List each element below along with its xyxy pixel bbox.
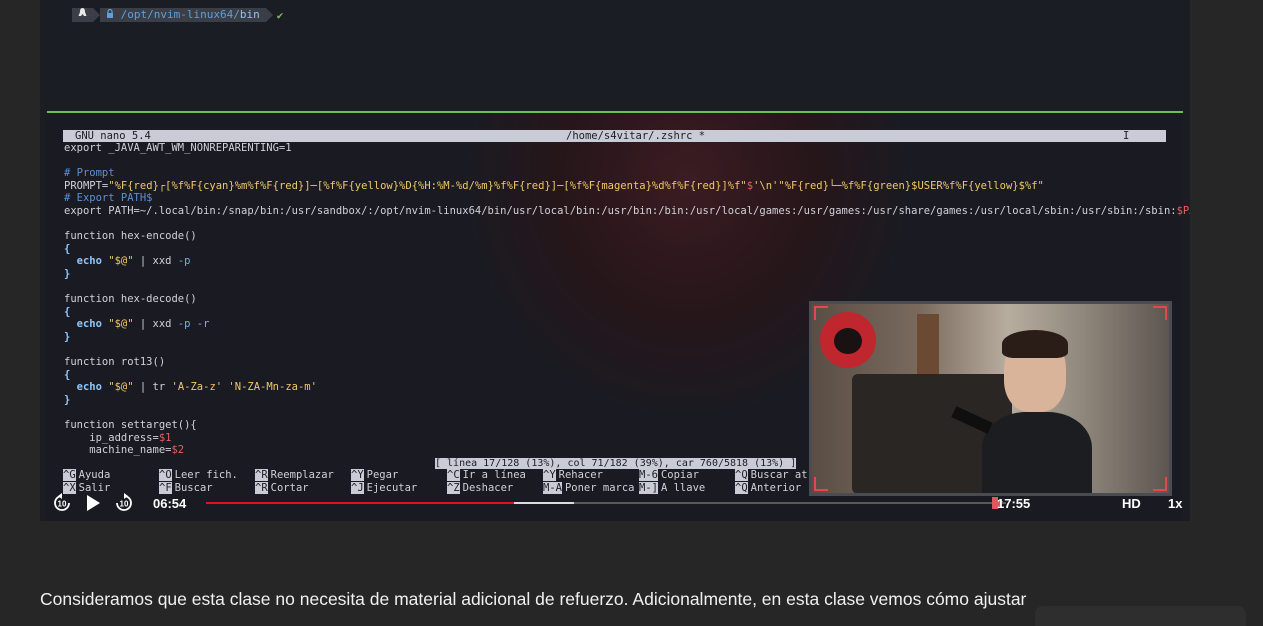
rewind-icon: 10 <box>54 493 70 511</box>
shortcut-item: M-6 Copiar <box>639 469 735 482</box>
quality-button[interactable]: HD <box>1122 496 1141 511</box>
shortcut-item: ^O Leer fich. <box>159 469 255 482</box>
nano-status-bar: [ línea 17/128 (13%), col 71/182 (39%), … <box>435 458 797 469</box>
play-icon <box>87 495 100 511</box>
shortcut-key: ^R <box>255 469 268 481</box>
shortcut-row: ^G Ayuda ^O Leer fich. ^R Reemplazar ^Y Pegar ^C… <box>63 469 831 482</box>
shortcut-key: ^Y <box>543 469 556 481</box>
shortcut-item: ^C Ir a línea <box>447 469 543 482</box>
total-time: 17:55 <box>997 496 1031 511</box>
shortcut-item: ^R Reemplazar <box>255 469 351 482</box>
shortcut-label: Copiar <box>660 469 699 481</box>
shortcut-label: Buscar atr <box>750 469 814 481</box>
shortcut-label: Pegar <box>366 469 399 481</box>
rewind-10-button[interactable]: 10 <box>51 493 73 513</box>
shortcut-key: M-6 <box>639 469 658 481</box>
shortcut-key: ^Y <box>351 469 364 481</box>
prompt-path-prefix: /opt/nvim-linux64/ <box>120 8 240 21</box>
terminal-pane-top: /opt/nvim-linux64/bin ✔ <box>47 0 1183 112</box>
shortcut-key: ^O <box>159 469 172 481</box>
lesson-description: Consideramos que esta clase no necesita … <box>40 589 1027 609</box>
prompt-path-dir: bin <box>239 8 260 21</box>
shortcut-item: ^Y Rehacer <box>543 469 639 482</box>
shell-prompt: /opt/nvim-linux64/bin ✔ <box>72 8 283 22</box>
shortcut-label: Rehacer <box>558 469 603 481</box>
text-cursor-icon: I <box>1123 130 1130 142</box>
svg-text:10: 10 <box>58 500 67 509</box>
prompt-status-check: ✔ <box>276 8 284 22</box>
progress-buffered <box>514 502 574 504</box>
forward-10-button[interactable]: 10 <box>113 493 135 513</box>
nano-shortcuts: ^G Ayuda ^O Leer fich. ^R Reemplazar ^Y Pegar ^C… <box>63 469 831 494</box>
play-button[interactable] <box>82 493 104 513</box>
shortcut-label: Leer fich. <box>174 469 238 481</box>
webcam-overlay <box>809 301 1172 496</box>
nano-version: GNU nano 5.4 <box>75 130 151 142</box>
svg-text:10: 10 <box>120 500 129 509</box>
player-controls: 10 10 06:54 17:55 HD 1x <box>40 492 1190 516</box>
forward-icon: 10 <box>116 493 132 511</box>
shortcut-item: ^Y Pegar <box>351 469 447 482</box>
webcam-person <box>982 330 1092 493</box>
shortcut-label: Ayuda <box>78 469 111 481</box>
nano-title-bar: GNU nano 5.4 /home/s4vitar/.zshrc * I <box>63 130 1166 142</box>
shortcut-key: ^Q <box>735 469 748 481</box>
video-player[interactable]: /opt/nvim-linux64/bin ✔ GNU nano 5.4 /ho… <box>40 0 1190 521</box>
lock-icon <box>106 8 121 21</box>
shortcut-label: Ir a línea <box>462 469 526 481</box>
linux-tux-icon <box>72 8 93 22</box>
progress-bar[interactable] <box>206 497 1006 509</box>
shortcut-item: ^G Ayuda <box>63 469 159 482</box>
hooded-logo-icon <box>820 312 876 368</box>
progress-played <box>206 502 514 504</box>
nano-file-name: /home/s4vitar/.zshrc * <box>566 130 706 142</box>
shortcut-key: ^G <box>63 469 76 481</box>
shortcut-key: ^C <box>447 469 460 481</box>
floating-panel <box>1035 606 1246 626</box>
current-time: 06:54 <box>153 496 187 511</box>
shortcut-label: Reemplazar <box>270 469 334 481</box>
speed-button[interactable]: 1x <box>1168 496 1182 511</box>
